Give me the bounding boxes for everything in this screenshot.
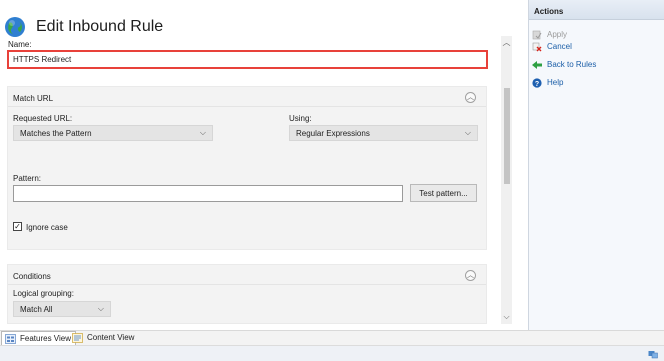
back-arrow-icon (532, 61, 542, 69)
cancel-icon (532, 42, 542, 52)
match-url-title: Match URL (13, 94, 54, 103)
collapse-match-url-button[interactable]: ︿ (465, 92, 476, 103)
using-value: Regular Expressions (296, 129, 370, 138)
chevron-down-icon: ⌵ (97, 304, 104, 313)
content-view-label: Content View (87, 333, 135, 342)
help-action[interactable]: ? Help (529, 77, 664, 89)
network-status-icon (648, 351, 658, 359)
requested-url-select[interactable]: Matches the Pattern ⌵ (13, 125, 213, 141)
svg-text:?: ? (535, 81, 539, 88)
scroll-up-arrow-icon[interactable]: ︿ (501, 38, 512, 48)
actions-pane: Actions Apply Cancel Back to Rules ? Hel… (528, 0, 664, 330)
match-url-panel: Match URL ︿ Requested URL: Matches the P… (7, 86, 487, 250)
view-tabs: Features View Content View (0, 330, 664, 346)
logical-grouping-label: Logical grouping: (13, 289, 74, 298)
test-pattern-button[interactable]: Test pattern... (410, 184, 477, 202)
name-label: Name: (8, 40, 32, 49)
scrollbar-thumb[interactable] (504, 88, 510, 184)
page-title: Edit Inbound Rule (36, 18, 164, 35)
checkmark-icon: ✓ (14, 222, 21, 231)
help-label: Help (547, 78, 564, 87)
chevron-down-icon: ⌵ (464, 128, 471, 137)
actions-title: Actions (534, 7, 564, 16)
logical-grouping-value: Match All (20, 305, 53, 314)
back-to-rules-label: Back to Rules (547, 60, 597, 69)
cancel-label: Cancel (547, 42, 572, 51)
apply-label: Apply (547, 30, 568, 39)
logical-grouping-select[interactable]: Match All ⌵ (13, 301, 111, 317)
features-view-icon (5, 334, 16, 344)
rule-name-input[interactable]: HTTPS Redirect (7, 50, 488, 69)
tab-features-view[interactable]: Features View (1, 331, 76, 346)
using-label: Using: (289, 114, 312, 123)
cancel-action[interactable]: Cancel (529, 41, 664, 53)
vertical-scrollbar[interactable]: ︿ ⌵ (501, 36, 512, 324)
conditions-panel: Conditions ︿ Logical grouping: Match All… (7, 264, 487, 324)
page-header: Edit Inbound Rule (4, 16, 484, 40)
requested-url-value: Matches the Pattern (20, 129, 92, 138)
pattern-label: Pattern: (13, 174, 42, 183)
apply-action[interactable]: Apply (529, 29, 664, 41)
ignore-case-checkbox[interactable]: ✓ (13, 222, 22, 231)
help-icon: ? (532, 78, 542, 88)
pattern-input[interactable] (13, 185, 403, 202)
using-select[interactable]: Regular Expressions ⌵ (289, 125, 478, 141)
tab-content-view[interactable]: Content View (69, 331, 138, 346)
apply-icon (532, 30, 542, 40)
back-to-rules-action[interactable]: Back to Rules (529, 59, 664, 71)
status-bar (0, 345, 664, 361)
globe-icon (5, 17, 25, 37)
chevron-down-icon: ⌵ (199, 128, 206, 137)
conditions-header[interactable]: Conditions ︿ (8, 265, 486, 285)
conditions-title: Conditions (13, 272, 51, 281)
collapse-conditions-button[interactable]: ︿ (465, 270, 476, 281)
content-view-icon (72, 333, 83, 343)
match-url-header[interactable]: Match URL ︿ (8, 87, 486, 107)
actions-header: Actions (529, 0, 664, 20)
ignore-case-label: Ignore case (26, 223, 68, 232)
main-content: Edit Inbound Rule Name: HTTPS Redirect M… (0, 0, 527, 327)
requested-url-label: Requested URL: (13, 114, 73, 123)
features-view-label: Features View (20, 334, 71, 343)
chevron-up-icon: ︿ (467, 272, 474, 279)
scroll-down-arrow-icon[interactable]: ⌵ (501, 312, 512, 322)
chevron-up-icon: ︿ (467, 94, 474, 101)
